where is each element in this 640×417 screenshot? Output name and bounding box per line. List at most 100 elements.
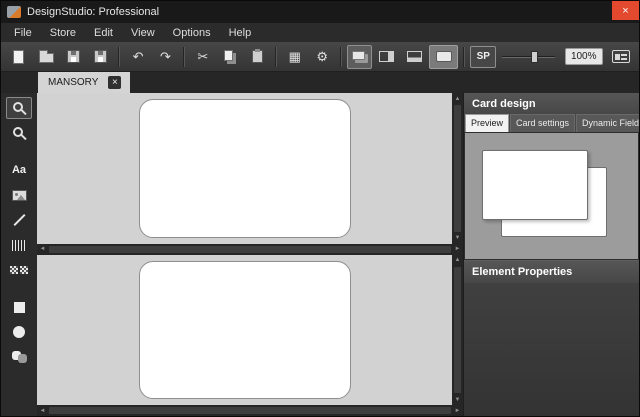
vertical-scrollbar-thumb[interactable] — [454, 267, 461, 394]
close-icon: × — [112, 78, 118, 88]
scroll-left-icon[interactable]: ◄ — [38, 245, 47, 254]
close-button[interactable]: × — [612, 1, 639, 20]
line-tool[interactable] — [6, 209, 32, 231]
sp-toggle-button[interactable]: SP — [470, 46, 496, 68]
redo-button[interactable]: ↷ — [153, 45, 178, 69]
barcode-tool[interactable] — [6, 234, 32, 256]
vertical-scrollbar-thumb[interactable] — [454, 105, 461, 232]
barcode-icon — [12, 240, 27, 251]
app-body: Aa ▲ ▼ ◄ — [1, 93, 639, 416]
window-title: DesignStudio: Professional — [27, 6, 159, 18]
undo-button[interactable]: ↶ — [125, 45, 150, 69]
scroll-right-icon[interactable]: ► — [453, 245, 462, 254]
copy-icon — [224, 50, 233, 61]
tab-close-button[interactable]: × — [108, 76, 121, 89]
ellipse-tool[interactable] — [6, 321, 32, 343]
magnifier-icon — [13, 127, 23, 137]
scroll-left-icon[interactable]: ◄ — [38, 406, 47, 415]
menu-help[interactable]: Help — [220, 25, 261, 41]
card-print-button[interactable] — [609, 45, 634, 69]
zoom-slider[interactable] — [502, 47, 555, 67]
toggle-card-preview-button[interactable] — [429, 45, 458, 69]
zoom-slider-track — [502, 56, 555, 58]
scroll-up-icon[interactable]: ▲ — [453, 94, 462, 103]
close-icon: × — [622, 5, 628, 17]
cut-icon: ✂ — [197, 50, 208, 63]
zoom-level-display: 100% — [565, 48, 603, 65]
document-tab-label: MANSORY — [48, 77, 98, 88]
image-icon — [12, 190, 27, 201]
redo-icon: ↷ — [160, 50, 171, 63]
menu-store[interactable]: Store — [41, 25, 85, 41]
zoom-in-tool[interactable] — [6, 97, 32, 119]
toolbox: Aa — [1, 93, 37, 416]
menu-options[interactable]: Options — [164, 25, 220, 41]
toggle-right-panel-button[interactable] — [374, 45, 399, 69]
text-tool[interactable]: Aa — [6, 159, 32, 181]
save-all-button[interactable] — [88, 45, 113, 69]
new-document-button[interactable] — [6, 45, 31, 69]
card-front-horizontal-scrollbar[interactable]: ◄ ► — [37, 244, 463, 255]
image-tool[interactable] — [6, 184, 32, 206]
titlebar[interactable]: DesignStudio: Professional × — [1, 1, 639, 23]
card-back-horizontal-scrollbar[interactable]: ◄ ► — [37, 405, 463, 416]
card-front-design-surface[interactable] — [139, 99, 351, 238]
menu-edit[interactable]: Edit — [85, 25, 122, 41]
scroll-down-icon[interactable]: ▼ — [453, 395, 462, 404]
tab-card-settings[interactable]: Card settings — [510, 114, 575, 132]
text-tool-icon: Aa — [12, 164, 26, 176]
copy-button[interactable] — [217, 45, 242, 69]
settings-button[interactable]: ⚙ — [310, 45, 335, 69]
toolbar-separator — [340, 47, 342, 67]
card-back-canvas[interactable] — [37, 255, 452, 406]
tab-dynamic-fields[interactable]: Dynamic Fields — [576, 114, 640, 132]
scroll-right-icon[interactable]: ► — [453, 406, 462, 415]
horizontal-scrollbar-thumb[interactable] — [49, 407, 451, 414]
horizontal-scrollbar-thumb[interactable] — [49, 246, 451, 253]
card-back-vertical-scrollbar[interactable]: ▲ ▼ — [452, 255, 463, 406]
card-design-tabs: Preview Card settings Dynamic Fields — [464, 114, 639, 132]
toolbar: ↶ ↷ ✂ ▦ ⚙ SP 100% — [1, 42, 639, 72]
toolbar-separator — [463, 47, 465, 67]
save-button[interactable] — [61, 45, 86, 69]
card-preview-area — [464, 132, 639, 260]
card-back-design-surface[interactable] — [139, 261, 351, 400]
save-all-icon — [94, 50, 107, 63]
toolbar-separator — [275, 47, 277, 67]
toggle-bottom-panel-button[interactable] — [402, 45, 427, 69]
grid-toggle-button[interactable]: ▦ — [282, 45, 307, 69]
grid-icon: ▦ — [289, 50, 301, 63]
toolbar-separator — [118, 47, 120, 67]
panel-right-icon — [379, 51, 394, 62]
card-back-pane-row: ▲ ▼ — [37, 255, 463, 406]
card-front-canvas[interactable] — [37, 93, 452, 244]
document-tabbar: MANSORY × — [1, 72, 639, 93]
toggle-split-view-button[interactable] — [347, 45, 372, 69]
app-icon — [7, 6, 21, 18]
new-document-icon — [13, 50, 24, 64]
rounded-rectangle-tool[interactable] — [6, 346, 32, 368]
document-tab-mansory[interactable]: MANSORY × — [38, 72, 130, 93]
card-front-pane-row: ▲ ▼ — [37, 93, 463, 244]
panel-bottom-icon — [407, 51, 422, 62]
rectangle-icon — [14, 302, 25, 313]
paste-icon — [252, 50, 263, 63]
blank-card-icon — [436, 51, 452, 62]
zoom-out-tool[interactable] — [6, 122, 32, 144]
line-icon — [13, 214, 25, 226]
open-button[interactable] — [33, 45, 58, 69]
card-front-thumbnail[interactable] — [482, 150, 588, 220]
matrix-code-tool[interactable] — [6, 259, 32, 281]
scroll-up-icon[interactable]: ▲ — [453, 256, 462, 265]
card-front-vertical-scrollbar[interactable]: ▲ ▼ — [452, 93, 463, 244]
menu-view[interactable]: View — [122, 25, 164, 41]
scroll-down-icon[interactable]: ▼ — [453, 234, 462, 243]
toolbar-separator — [183, 47, 185, 67]
tab-preview[interactable]: Preview — [465, 114, 509, 132]
menu-file[interactable]: File — [5, 25, 41, 41]
paste-button[interactable] — [245, 45, 270, 69]
zoom-slider-thumb[interactable] — [531, 51, 538, 63]
cut-button[interactable]: ✂ — [190, 45, 215, 69]
card-design-panel-title: Card design — [464, 93, 639, 114]
rectangle-tool[interactable] — [6, 296, 32, 318]
